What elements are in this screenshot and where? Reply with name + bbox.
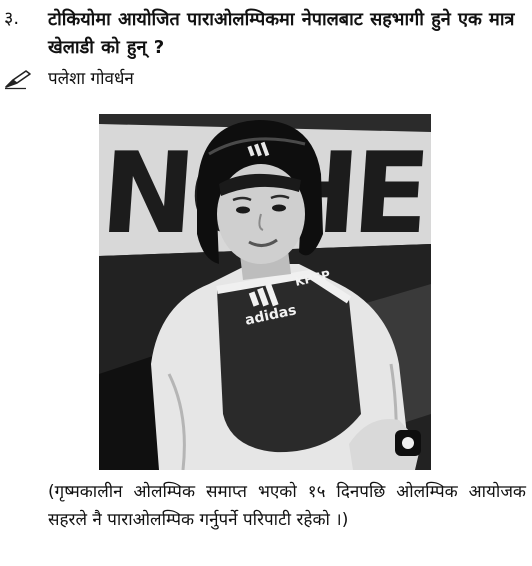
answer-text: पलेशा गोवर्धन — [48, 69, 134, 89]
athlete-photo: NCHE adidas KPSP — [99, 114, 431, 470]
answer-row: पलेशा गोवर्धन — [4, 66, 134, 92]
question-text: टोकियोमा आयोजित पाराओलम्पिकमा नेपालबाट स… — [48, 9, 515, 58]
pencil-icon — [4, 68, 34, 90]
photo-caption: (गृष्मकालीन ओलम्पिक समाप्त भएको १५ दिनपछ… — [48, 482, 526, 530]
question-number: ३. — [4, 8, 20, 29]
